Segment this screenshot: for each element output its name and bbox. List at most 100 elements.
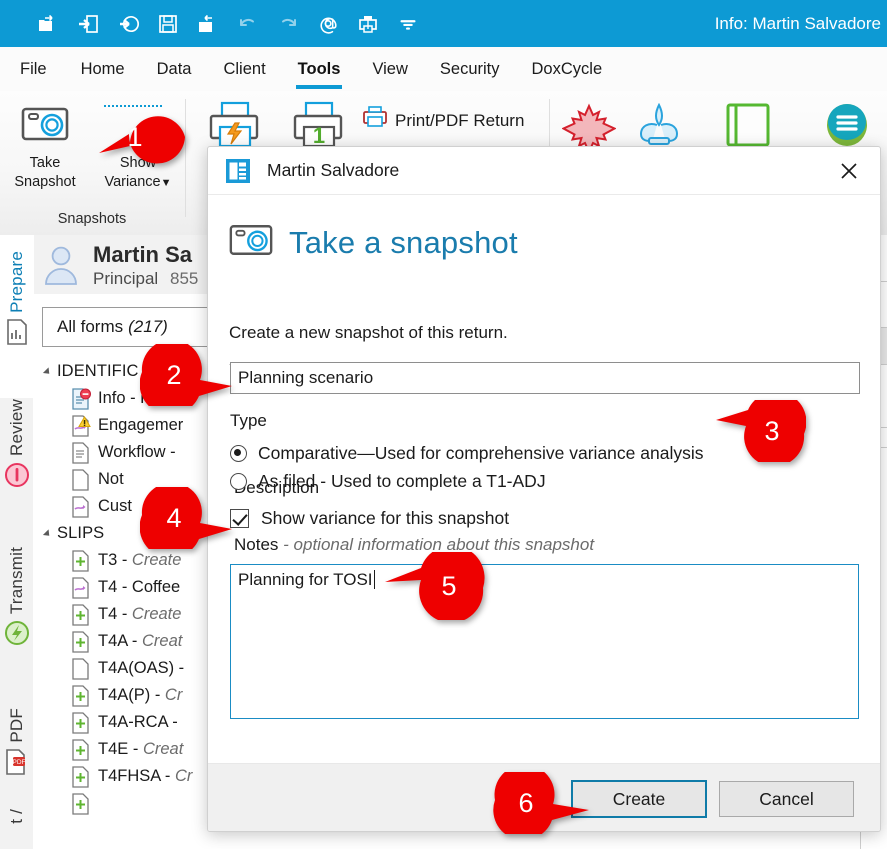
radio-comparative-indicator[interactable] — [230, 445, 247, 462]
tree-node-partial[interactable] — [33, 790, 223, 817]
camera-icon — [2, 105, 88, 149]
tree-node-label: Workflow - — [98, 443, 176, 461]
restore-icon[interactable] — [108, 4, 148, 44]
expand-triangle-icon[interactable] — [42, 366, 53, 377]
sidebar-item-pdf[interactable]: PDF PDF — [0, 692, 33, 818]
tab-client[interactable]: Client — [207, 47, 281, 91]
description-input[interactable]: Planning scenario — [230, 362, 860, 394]
tab-tools[interactable]: Tools — [282, 47, 357, 91]
tree-node-t4a-oas[interactable]: T4A(OAS) - — [33, 655, 223, 682]
window-title: Info: Martin Salvadore — [714, 14, 881, 33]
doc-error-icon — [71, 387, 91, 410]
sidebar-item-pdf-label: PDF — [6, 708, 26, 743]
sidebar-item-transmit-label: Transmit — [6, 547, 26, 615]
tree-node-workflow[interactable]: Workflow - — [33, 439, 223, 466]
new-file-icon[interactable] — [28, 4, 68, 44]
tree-node-t3[interactable]: T3 - Create — [33, 547, 223, 574]
quick-access-icon-group — [28, 4, 428, 44]
tree-node-engagement[interactable]: Engagemer — [33, 412, 223, 439]
all-forms-count: (217) — [128, 317, 168, 336]
doc-plain-icon — [71, 441, 91, 464]
doc-add-icon — [71, 630, 91, 653]
tab-home[interactable]: Home — [65, 47, 141, 91]
redo-icon[interactable] — [268, 4, 308, 44]
tree-node-t4e[interactable]: T4E - Creat — [33, 736, 223, 763]
tab-view[interactable]: View — [356, 47, 423, 91]
show-variance-checkbox[interactable]: Show variance for this snapshot — [230, 508, 509, 529]
doc-add-icon — [71, 684, 91, 707]
undo-icon[interactable] — [228, 4, 268, 44]
quick-access-toolbar: Info: Martin Salvadore — [0, 0, 887, 47]
tree-node-label: Engagemer — [98, 416, 184, 434]
callout-marker-6: 6 — [493, 764, 589, 841]
print-pdf-return-label: Print/PDF Return — [395, 110, 525, 130]
open-import-icon[interactable] — [68, 4, 108, 44]
sidebar-item-partial[interactable]: t / — [0, 803, 33, 849]
sidebar-item-prepare[interactable]: Prepare — [0, 235, 34, 398]
tree-node-t4fhsa[interactable]: T4FHSA - Cr — [33, 763, 223, 790]
tab-doxcycle[interactable]: DoxCycle — [516, 47, 619, 91]
print-pdf-return-button[interactable]: Print/PDF Return — [362, 105, 546, 135]
show-variance-checkbox-indicator[interactable] — [230, 509, 249, 528]
close-icon[interactable] — [832, 155, 866, 187]
dialog-title: Martin Salvadore — [267, 160, 400, 180]
doc-add-icon — [71, 765, 91, 788]
doc-add-icon — [71, 711, 91, 734]
sidebar-item-review[interactable]: Review — [0, 383, 33, 546]
tree-node-label: T4A - Creat — [98, 632, 183, 650]
tab-data[interactable]: Data — [141, 47, 208, 91]
callout-marker-5: 5 — [385, 545, 485, 623]
print-icon[interactable] — [348, 4, 388, 44]
cancel-button[interactable]: Cancel — [719, 781, 854, 817]
sidebar-item-transmit[interactable]: Transmit — [0, 531, 33, 707]
take-snapshot-button[interactable]: Take Snapshot — [2, 105, 88, 192]
tab-file[interactable]: File — [0, 47, 65, 91]
take-snapshot-dialog: Martin Salvadore Take a snapshot Create … — [207, 146, 881, 832]
radio-as-filed-indicator[interactable] — [230, 473, 247, 490]
transmit-icon — [4, 620, 30, 651]
dialog-title-bar: Martin Salvadore — [208, 147, 880, 195]
callout-marker-3: 3 — [716, 391, 807, 467]
doc-blank-icon — [71, 468, 91, 491]
radio-comparative[interactable]: Comparative—Used for comprehensive varia… — [230, 443, 703, 464]
forms-tree: IDENTIFIC Info - Perso Engagemer Workflo… — [33, 358, 223, 817]
doc-link-icon — [71, 495, 91, 518]
tree-node-t4[interactable]: T4 - Create — [33, 601, 223, 628]
tree-node-label: T4A(OAS) - — [98, 659, 185, 677]
save-icon[interactable] — [148, 4, 188, 44]
tree-node-t4a-p[interactable]: T4A(P) - Cr — [33, 682, 223, 709]
callout-marker-1: 1 — [99, 107, 185, 167]
take-snapshot-label-line2: Snapshot — [14, 174, 76, 190]
notes-textarea[interactable]: Planning for TOSI — [230, 564, 859, 719]
email-icon[interactable] — [308, 4, 348, 44]
save-as-icon[interactable] — [188, 4, 228, 44]
tree-node-t4a[interactable]: T4A - Creat — [33, 628, 223, 655]
expand-triangle-icon[interactable] — [42, 528, 53, 539]
ribbon-tab-bar: File Home Data Client Tools View Securit… — [0, 47, 887, 92]
tab-security[interactable]: Security — [424, 47, 516, 91]
dialog-subtitle: Create a new snapshot of this return. — [229, 323, 508, 342]
callout-marker-4: 4 — [139, 482, 232, 558]
all-forms-filter[interactable]: All forms (217) — [42, 307, 218, 347]
chevron-down-icon[interactable]: ▼ — [161, 177, 172, 189]
tree-node-label: Cust — [98, 497, 132, 515]
tree-node-label: Not — [98, 470, 124, 488]
create-button[interactable]: Create — [571, 780, 707, 818]
doc-warning-icon — [71, 414, 91, 437]
tree-node-t4-coffee[interactable]: T4 - Coffee — [33, 574, 223, 601]
radio-as-filed[interactable]: As filed - Used to complete a T1-ADJ — [230, 471, 546, 492]
sidebar-item-partial-label: t / — [6, 809, 26, 824]
show-variance-label-line2: Variance — [104, 174, 161, 190]
doc-add-icon — [71, 738, 91, 761]
take-snapshot-label-line1: Take — [29, 155, 61, 171]
application-window: Info: Martin Salvadore File Home Data Cl… — [0, 0, 887, 849]
tree-node-label: T4 - Coffee — [98, 578, 181, 596]
radio-as-filed-label: As filed - Used to complete a T1-ADJ — [258, 471, 546, 491]
tree-group-label: SLIPS — [57, 524, 105, 542]
svg-text:PDF: PDF — [13, 759, 26, 766]
sidebar-item-review-label: Review — [6, 399, 26, 456]
ribbon-group-label-snapshots: Snapshots — [57, 211, 127, 227]
tree-node-t4a-rca[interactable]: T4A-RCA - — [33, 709, 223, 736]
tree-node-label: T4E - Creat — [98, 740, 184, 758]
more-commands-icon[interactable] — [388, 4, 428, 44]
